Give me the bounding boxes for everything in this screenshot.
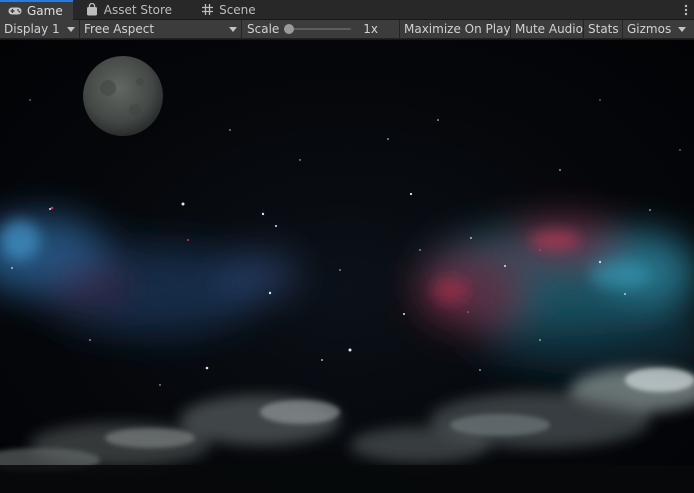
shopping-bag-icon (85, 3, 99, 17)
mute-audio-button[interactable]: Mute Audio (511, 19, 584, 39)
tab-scene[interactable]: Scene (182, 0, 266, 19)
chevron-down-icon (67, 26, 75, 32)
chevron-down-icon (678, 26, 686, 32)
game-window: Game Asset Store Scene Display 1 Free As… (0, 0, 694, 493)
more-options-icon[interactable] (678, 0, 694, 19)
scale-control: Scale 1x (242, 19, 400, 39)
game-viewport[interactable] (0, 40, 694, 493)
stats-button[interactable]: Stats (584, 19, 623, 39)
tab-game[interactable]: Game (0, 0, 73, 20)
mute-audio-label: Mute Audio (515, 22, 583, 36)
moon (83, 56, 163, 136)
display-dropdown[interactable]: Display 1 (0, 19, 80, 39)
ground-shadow (0, 465, 694, 493)
chevron-down-icon (229, 26, 237, 32)
tab-bar: Game Asset Store Scene (0, 0, 694, 20)
gizmos-dropdown[interactable]: Gizmos (623, 20, 690, 39)
grid-icon (200, 3, 214, 17)
aspect-dropdown-label: Free Aspect (84, 22, 155, 36)
game-toolbar: Display 1 Free Aspect Scale 1x Maximize … (0, 19, 694, 39)
tab-game-label: Game (27, 4, 63, 18)
scale-label: Scale (247, 22, 280, 36)
night-sky-scene (0, 56, 694, 493)
tab-asset-store-label: Asset Store (103, 2, 173, 17)
tab-scene-label: Scene (219, 2, 256, 17)
tab-asset-store[interactable]: Asset Store (73, 0, 182, 19)
clouds-back (30, 368, 694, 467)
scale-value: 1x (363, 22, 379, 36)
stats-label: Stats (588, 22, 619, 36)
scale-slider[interactable] (284, 24, 352, 34)
scale-slider-thumb[interactable] (284, 24, 295, 34)
tab-spacer (266, 0, 678, 19)
gamepad-icon (8, 4, 22, 18)
display-dropdown-label: Display 1 (4, 22, 60, 36)
maximize-on-play-label: Maximize On Play (404, 22, 511, 36)
nebula-left (0, 215, 300, 335)
aspect-dropdown[interactable]: Free Aspect (80, 19, 242, 39)
gizmos-label: Gizmos (627, 22, 672, 36)
maximize-on-play-button[interactable]: Maximize On Play (400, 19, 511, 39)
